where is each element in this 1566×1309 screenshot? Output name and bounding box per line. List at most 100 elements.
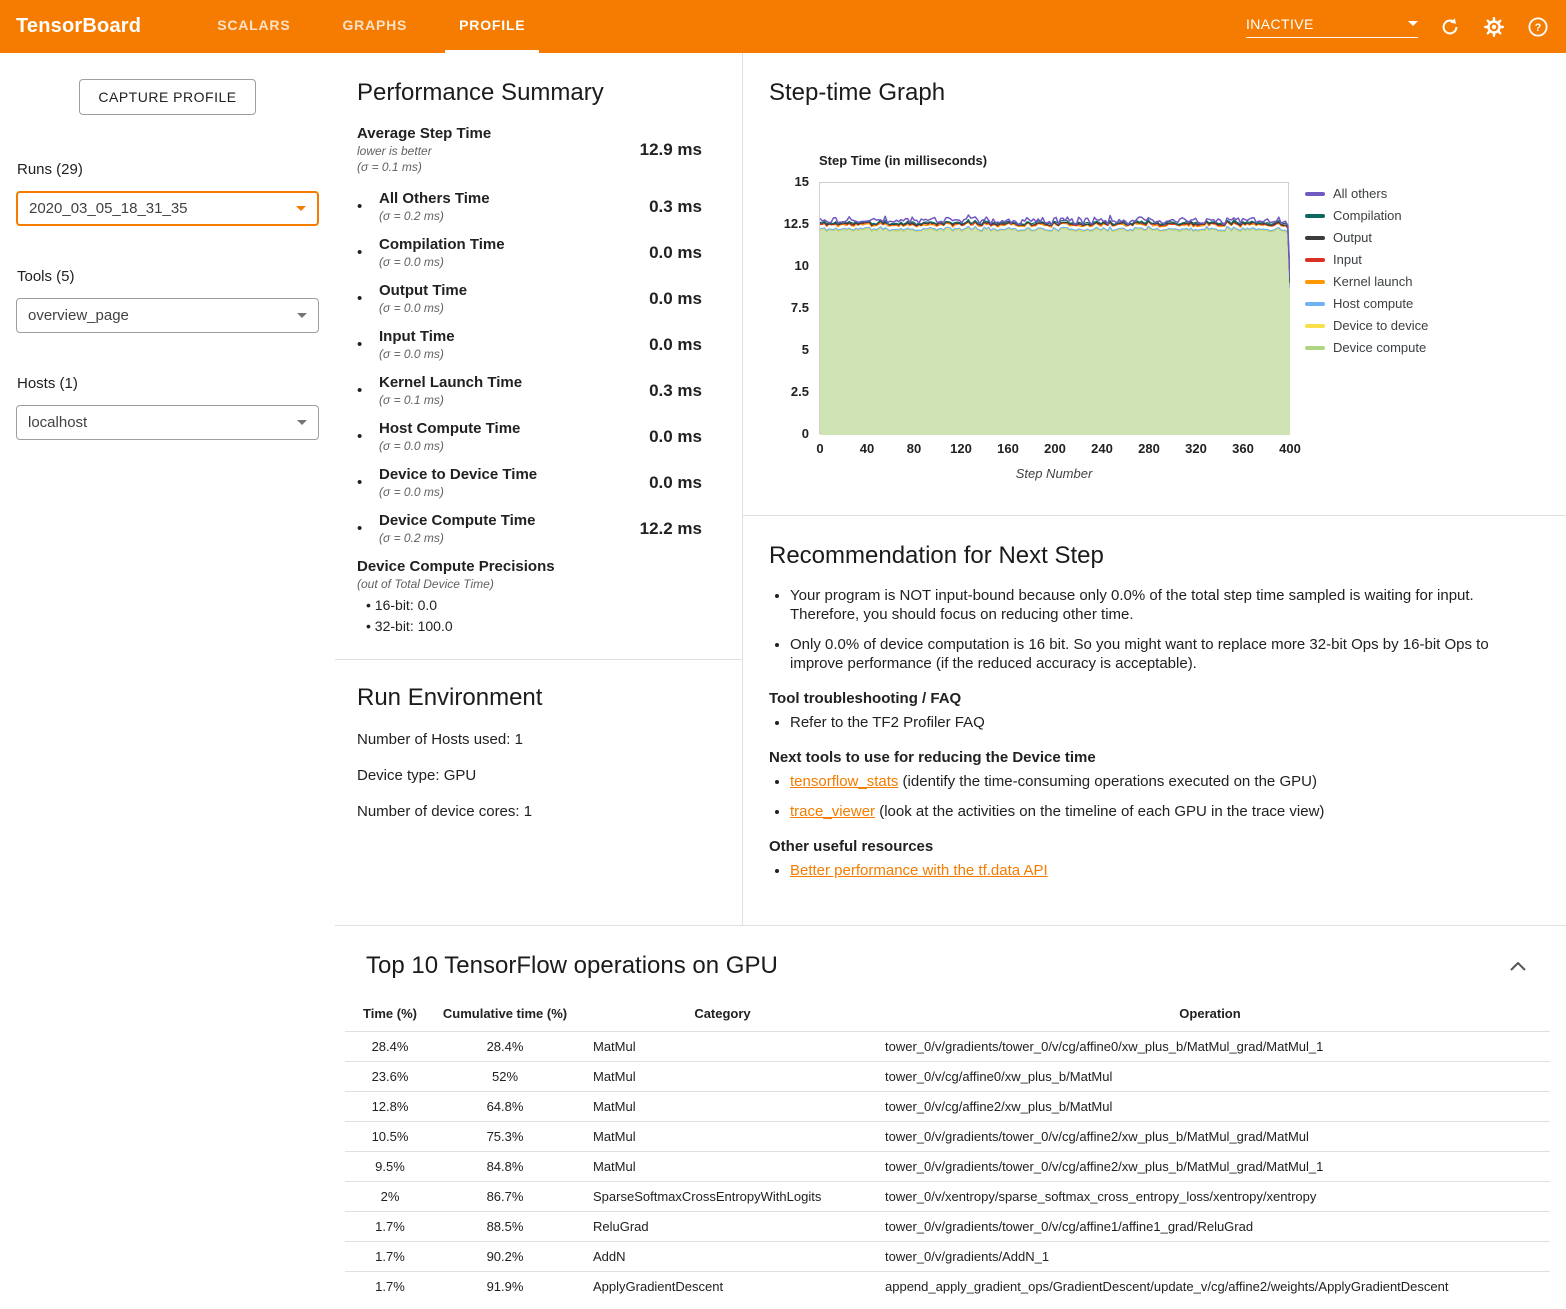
main-tabs: SCALARS GRAPHS PROFILE bbox=[191, 0, 551, 53]
ops-cell: 91.9% bbox=[435, 1272, 575, 1302]
top-ops-section: Top 10 TensorFlow operations on GPU Time… bbox=[335, 925, 1566, 1309]
ops-cell: 2% bbox=[345, 1182, 435, 1212]
help-button[interactable]: ? bbox=[1526, 15, 1550, 39]
precisions-list: 16-bit: 0.032-bit: 100.0 bbox=[357, 597, 702, 634]
bullet-icon: • bbox=[357, 336, 379, 353]
bullet-icon: • bbox=[357, 244, 379, 261]
metric-value: 0.0 ms bbox=[592, 427, 702, 447]
settings-button[interactable] bbox=[1482, 15, 1506, 39]
ops-cell: tower_0/v/gradients/tower_0/v/cg/affine1… bbox=[870, 1212, 1550, 1242]
capture-profile-button[interactable]: CAPTURE PROFILE bbox=[79, 79, 255, 115]
tools-label: Tools (5) bbox=[17, 268, 319, 285]
col-cumulative: Cumulative time (%) bbox=[435, 998, 575, 1032]
legend-item: Device compute bbox=[1305, 340, 1428, 355]
legend-swatch bbox=[1305, 280, 1325, 284]
x-tick-label: 280 bbox=[1138, 441, 1160, 456]
ops-cell: 12.8% bbox=[345, 1092, 435, 1122]
metric-name: Input Time bbox=[379, 328, 592, 345]
tab-profile[interactable]: PROFILE bbox=[445, 0, 539, 53]
runs-dropdown[interactable]: 2020_03_05_18_31_35 bbox=[16, 191, 319, 226]
trace-viewer-link[interactable]: trace_viewer bbox=[790, 803, 875, 820]
top-ops-title: Top 10 TensorFlow operations on GPU bbox=[366, 952, 778, 980]
recommendation-section: Recommendation for Next Step Your progra… bbox=[743, 516, 1566, 925]
reload-status-dropdown[interactable]: INACTIVE bbox=[1246, 16, 1418, 38]
ops-cell: 1.7% bbox=[345, 1212, 435, 1242]
metric-sigma: (σ = 0.2 ms) bbox=[379, 531, 592, 545]
app-header: TensorBoard SCALARS GRAPHS PROFILE INACT… bbox=[0, 0, 1566, 53]
ops-cell: tower_0/v/gradients/tower_0/v/cg/affine2… bbox=[870, 1122, 1550, 1152]
metric-row: • Compilation Time (σ = 0.0 ms) 0.0 ms bbox=[357, 236, 702, 269]
recommendation-bullet: Only 0.0% of device computation is 16 bi… bbox=[790, 635, 1540, 673]
metric-row: • Input Time (σ = 0.0 ms) 0.0 ms bbox=[357, 328, 702, 361]
metric-sigma: (σ = 0.0 ms) bbox=[379, 301, 592, 315]
ops-cell: SparseSoftmaxCrossEntropyWithLogits bbox=[575, 1182, 870, 1212]
legend-item: Kernel launch bbox=[1305, 274, 1428, 289]
metric-list: • All Others Time (σ = 0.2 ms) 0.3 ms • … bbox=[357, 190, 702, 545]
y-axis-ticks: 02.557.51012.515 bbox=[769, 182, 819, 434]
metric-value: 12.2 ms bbox=[592, 519, 702, 539]
metric-value: 0.0 ms bbox=[592, 473, 702, 493]
table-row: 10.5%75.3%MatMultower_0/v/gradients/towe… bbox=[345, 1122, 1550, 1152]
x-axis-label: Step Number bbox=[819, 466, 1289, 481]
device-compute-precisions: Device Compute Precisions (out of Total … bbox=[357, 558, 702, 634]
hosts-selected-value: localhost bbox=[28, 414, 87, 431]
ops-cell: 75.3% bbox=[435, 1122, 575, 1152]
metric-row: • Kernel Launch Time (σ = 0.1 ms) 0.3 ms bbox=[357, 374, 702, 407]
metric-value: 12.9 ms bbox=[592, 140, 702, 160]
recommendation-title: Recommendation for Next Step bbox=[769, 542, 1540, 570]
x-tick-label: 200 bbox=[1044, 441, 1066, 456]
hosts-label: Hosts (1) bbox=[17, 375, 319, 392]
chart-title: Step Time (in milliseconds) bbox=[819, 153, 1540, 168]
header-actions: INACTIVE ? bbox=[1246, 15, 1550, 39]
svg-text:?: ? bbox=[1535, 22, 1542, 34]
tensorflow-stats-link[interactable]: tensorflow_stats bbox=[790, 773, 898, 790]
x-tick-label: 360 bbox=[1232, 441, 1254, 456]
table-row: 1.7%88.5%ReluGradtower_0/v/gradients/tow… bbox=[345, 1212, 1550, 1242]
top-ops-table: Time (%) Cumulative time (%) Category Op… bbox=[345, 998, 1550, 1301]
tab-graphs[interactable]: GRAPHS bbox=[328, 0, 421, 53]
tools-dropdown[interactable]: overview_page bbox=[16, 298, 319, 333]
plot-area: 04080120160200240280320360400 bbox=[819, 182, 1289, 434]
ops-cell: tower_0/v/cg/affine2/xw_plus_b/MatMul bbox=[870, 1092, 1550, 1122]
ops-cell: tower_0/v/gradients/tower_0/v/cg/affine0… bbox=[870, 1032, 1550, 1062]
hosts-dropdown[interactable]: localhost bbox=[16, 405, 319, 440]
metric-sigma: (σ = 0.0 ms) bbox=[379, 255, 592, 269]
step-time-graph-section: Step-time Graph Step Time (in millisecon… bbox=[743, 53, 1566, 515]
ops-cell: 28.4% bbox=[345, 1032, 435, 1062]
table-row: 1.7%91.9%ApplyGradientDescentappend_appl… bbox=[345, 1272, 1550, 1302]
metric-sigma: (σ = 0.0 ms) bbox=[379, 347, 592, 361]
table-row: 9.5%84.8%MatMultower_0/v/gradients/tower… bbox=[345, 1152, 1550, 1182]
average-step-time-row: Average Step Time lower is better (σ = 0… bbox=[357, 125, 702, 174]
metric-row: • All Others Time (σ = 0.2 ms) 0.3 ms bbox=[357, 190, 702, 223]
ops-cell: tower_0/v/gradients/tower_0/v/cg/affine2… bbox=[870, 1152, 1550, 1182]
refresh-button[interactable] bbox=[1438, 15, 1462, 39]
legend-swatch bbox=[1305, 258, 1325, 262]
step-time-svg bbox=[820, 183, 1290, 435]
tfdata-performance-link[interactable]: Better performance with the tf.data API bbox=[790, 862, 1048, 879]
resources-list: Better performance with the tf.data API bbox=[771, 861, 1540, 880]
ops-cell: 52% bbox=[435, 1062, 575, 1092]
ops-cell: 86.7% bbox=[435, 1182, 575, 1212]
ops-cell: 90.2% bbox=[435, 1242, 575, 1272]
metric-sigma: (σ = 0.0 ms) bbox=[379, 485, 592, 499]
tab-scalars[interactable]: SCALARS bbox=[203, 0, 304, 53]
gear-icon bbox=[1483, 16, 1505, 38]
ops-cell: 88.5% bbox=[435, 1212, 575, 1242]
bullet-icon: • bbox=[357, 474, 379, 491]
right-column: Step-time Graph Step Time (in millisecon… bbox=[743, 53, 1566, 925]
col-time: Time (%) bbox=[345, 998, 435, 1032]
main-content: Performance Summary Average Step Time lo… bbox=[335, 53, 1566, 1309]
metric-value: 0.3 ms bbox=[592, 381, 702, 401]
table-row: 23.6%52%MatMultower_0/v/cg/affine0/xw_pl… bbox=[345, 1062, 1550, 1092]
legend-item: Input bbox=[1305, 252, 1428, 267]
legend-swatch bbox=[1305, 236, 1325, 240]
resource-link-item: Better performance with the tf.data API bbox=[790, 861, 1540, 880]
collapse-section-button[interactable] bbox=[1504, 952, 1532, 980]
x-tick-label: 320 bbox=[1185, 441, 1207, 456]
ops-cell: ApplyGradientDescent bbox=[575, 1272, 870, 1302]
legend-label: Host compute bbox=[1333, 296, 1413, 311]
metric-name: Device Compute Time bbox=[379, 512, 592, 529]
chevron-down-icon bbox=[297, 420, 307, 425]
ops-cell: 64.8% bbox=[435, 1092, 575, 1122]
x-tick-label: 0 bbox=[816, 441, 823, 456]
